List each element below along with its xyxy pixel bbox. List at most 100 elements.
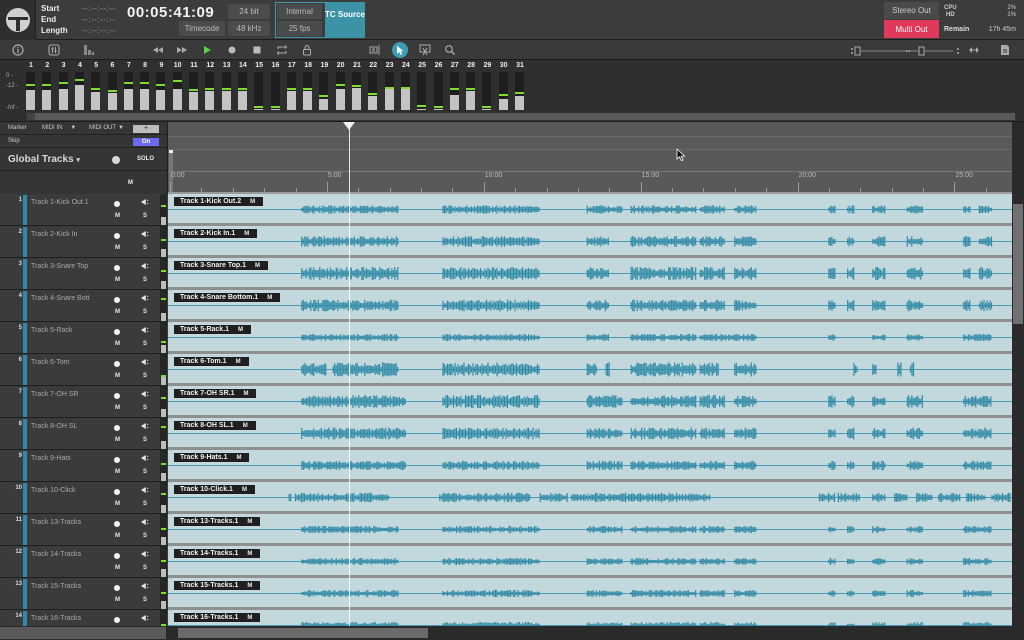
track-name[interactable]: Track 5-Rack xyxy=(31,327,72,334)
record-arm-button[interactable] xyxy=(114,521,120,527)
track-color-swatch[interactable] xyxy=(23,387,27,417)
meter-channel[interactable]: 21 xyxy=(351,60,363,112)
meter-channel[interactable]: 22 xyxy=(367,60,379,112)
track-color-swatch[interactable] xyxy=(23,611,27,626)
clip-label[interactable]: Track 13-Tracks.1 M xyxy=(174,517,261,526)
start-marker[interactable] xyxy=(169,150,173,153)
midi-in-dropdown[interactable]: MIDI IN ▼ xyxy=(42,125,76,131)
track-color-swatch[interactable] xyxy=(23,195,27,225)
meter-channel[interactable]: 28 xyxy=(465,60,477,112)
track-header[interactable]: 5 Track 5-Rack M S xyxy=(0,322,168,354)
frame-rate-button[interactable]: 25 fps xyxy=(277,21,322,36)
track-header[interactable]: 11 Track 13-Tracks M S xyxy=(0,514,168,546)
play-icon[interactable] xyxy=(199,42,215,58)
solo-button[interactable]: S xyxy=(143,341,147,347)
track-header[interactable]: 6 Track 6-Tom M S xyxy=(0,354,168,386)
solo-button[interactable]: S xyxy=(143,565,147,571)
solo-button[interactable]: S xyxy=(143,309,147,315)
global-mute-button[interactable]: M xyxy=(128,180,133,186)
track-header[interactable]: 8 Track 8-OH SL M S xyxy=(0,418,168,450)
horizontal-zoom-slider[interactable] xyxy=(905,44,960,56)
fit-width-icon[interactable] xyxy=(966,42,982,58)
track-color-swatch[interactable] xyxy=(23,451,27,481)
vertical-zoom-slider[interactable] xyxy=(850,44,910,56)
track-name[interactable]: Track 7-OH SR xyxy=(31,391,79,398)
track-lane[interactable]: Track 1-Kick Out.2 M xyxy=(168,194,1012,226)
speaker-icon[interactable] xyxy=(141,294,149,304)
track-name[interactable]: Track 3-Snare Top xyxy=(31,263,88,270)
meter-channel[interactable]: 26 xyxy=(433,60,445,112)
meter-scrollbar[interactable] xyxy=(26,112,1016,121)
track-color-swatch[interactable] xyxy=(23,323,27,353)
solo-button[interactable]: S xyxy=(143,501,147,507)
solo-button[interactable]: S xyxy=(143,245,147,251)
solo-button[interactable]: S xyxy=(143,373,147,379)
track-lane[interactable]: Track 3-Snare Top.1 M xyxy=(168,258,1012,290)
track-header[interactable]: 2 Track 2-Kick In M S xyxy=(0,226,168,258)
solo-button[interactable]: S xyxy=(143,437,147,443)
track-lane[interactable]: Track 8-OH SL.1 M xyxy=(168,418,1012,450)
meter-channel[interactable]: 3 xyxy=(58,60,70,112)
record-arm-button[interactable] xyxy=(114,361,120,367)
vertical-scrollbar[interactable] xyxy=(1012,122,1024,626)
track-name[interactable]: Track 16-Tracks xyxy=(31,615,81,622)
track-name[interactable]: Track 6-Tom xyxy=(31,359,70,366)
record-arm-button[interactable] xyxy=(114,425,120,431)
clip-label[interactable]: Track 6-Tom.1 M xyxy=(174,357,249,366)
track-list-scrollbar[interactable] xyxy=(0,627,166,639)
meter-channel[interactable]: 27 xyxy=(449,60,461,112)
record-arm-button[interactable] xyxy=(114,297,120,303)
track-color-swatch[interactable] xyxy=(23,579,27,609)
track-name[interactable]: Track 14-Tracks xyxy=(31,551,81,558)
track-name[interactable]: Track 9-Hats xyxy=(31,455,71,462)
speaker-icon[interactable] xyxy=(141,198,149,208)
mixer-icon[interactable] xyxy=(46,42,62,58)
track-header[interactable]: 10 Track 10-Click M S xyxy=(0,482,168,514)
speaker-icon[interactable] xyxy=(141,390,149,400)
meter-channel[interactable]: 25 xyxy=(416,60,428,112)
record-arm-button[interactable] xyxy=(114,329,120,335)
app-logo-icon[interactable] xyxy=(0,0,36,40)
record-arm-button[interactable] xyxy=(114,617,120,623)
track-lane[interactable]: Track 13-Tracks.1 M xyxy=(168,514,1012,546)
track-color-swatch[interactable] xyxy=(23,355,27,385)
bit-depth-button[interactable]: 24 bit xyxy=(228,4,270,19)
solo-button[interactable]: S xyxy=(143,469,147,475)
record-icon[interactable] xyxy=(224,42,240,58)
split-tool-icon[interactable] xyxy=(417,42,433,58)
track-color-swatch[interactable] xyxy=(23,419,27,449)
meter-channel[interactable]: 11 xyxy=(188,60,200,112)
mute-button[interactable]: M xyxy=(115,469,120,475)
skip-toggle[interactable]: On xyxy=(133,138,159,146)
meter-channel[interactable]: 18 xyxy=(302,60,314,112)
track-header[interactable]: 7 Track 7-OH SR M S xyxy=(0,386,168,418)
track-color-swatch[interactable] xyxy=(23,259,27,289)
record-arm-button[interactable] xyxy=(114,457,120,463)
speaker-icon[interactable] xyxy=(141,358,149,368)
record-arm-button[interactable] xyxy=(114,201,120,207)
mute-button[interactable]: M xyxy=(115,565,120,571)
solo-button[interactable]: S xyxy=(143,405,147,411)
clip-label[interactable]: Track 16-Tracks.1 M xyxy=(174,613,261,622)
vertical-scroll-thumb[interactable] xyxy=(1013,204,1023,324)
record-arm-button[interactable] xyxy=(114,265,120,271)
meter-channel[interactable]: 23 xyxy=(384,60,396,112)
solo-button[interactable]: S xyxy=(143,277,147,283)
speaker-icon[interactable] xyxy=(141,614,149,624)
sample-rate-button[interactable]: 48 kHz xyxy=(228,21,270,36)
meter-channel[interactable]: 1 xyxy=(25,60,37,112)
meter-channel[interactable]: 4 xyxy=(74,60,86,112)
mute-button[interactable]: M xyxy=(115,597,120,603)
mute-button[interactable]: M xyxy=(115,213,120,219)
tc-source-button[interactable]: TC Source xyxy=(325,2,365,38)
solo-button[interactable]: S xyxy=(143,213,147,219)
meters-icon[interactable] xyxy=(81,42,97,58)
clip-label[interactable]: Track 5-Rack.1 M xyxy=(174,325,252,334)
timecode-mode-button[interactable]: Timecode xyxy=(179,21,225,36)
meter-channel[interactable]: 24 xyxy=(400,60,412,112)
pointer-tool-icon[interactable] xyxy=(392,42,408,58)
timeline-ruler[interactable]: 0:00 5:00 10:00 15:00 20:00 25:00 xyxy=(168,122,1012,194)
speaker-icon[interactable] xyxy=(141,582,149,592)
track-name[interactable]: Track 10-Click xyxy=(31,487,75,494)
meter-channel[interactable]: 10 xyxy=(172,60,184,112)
